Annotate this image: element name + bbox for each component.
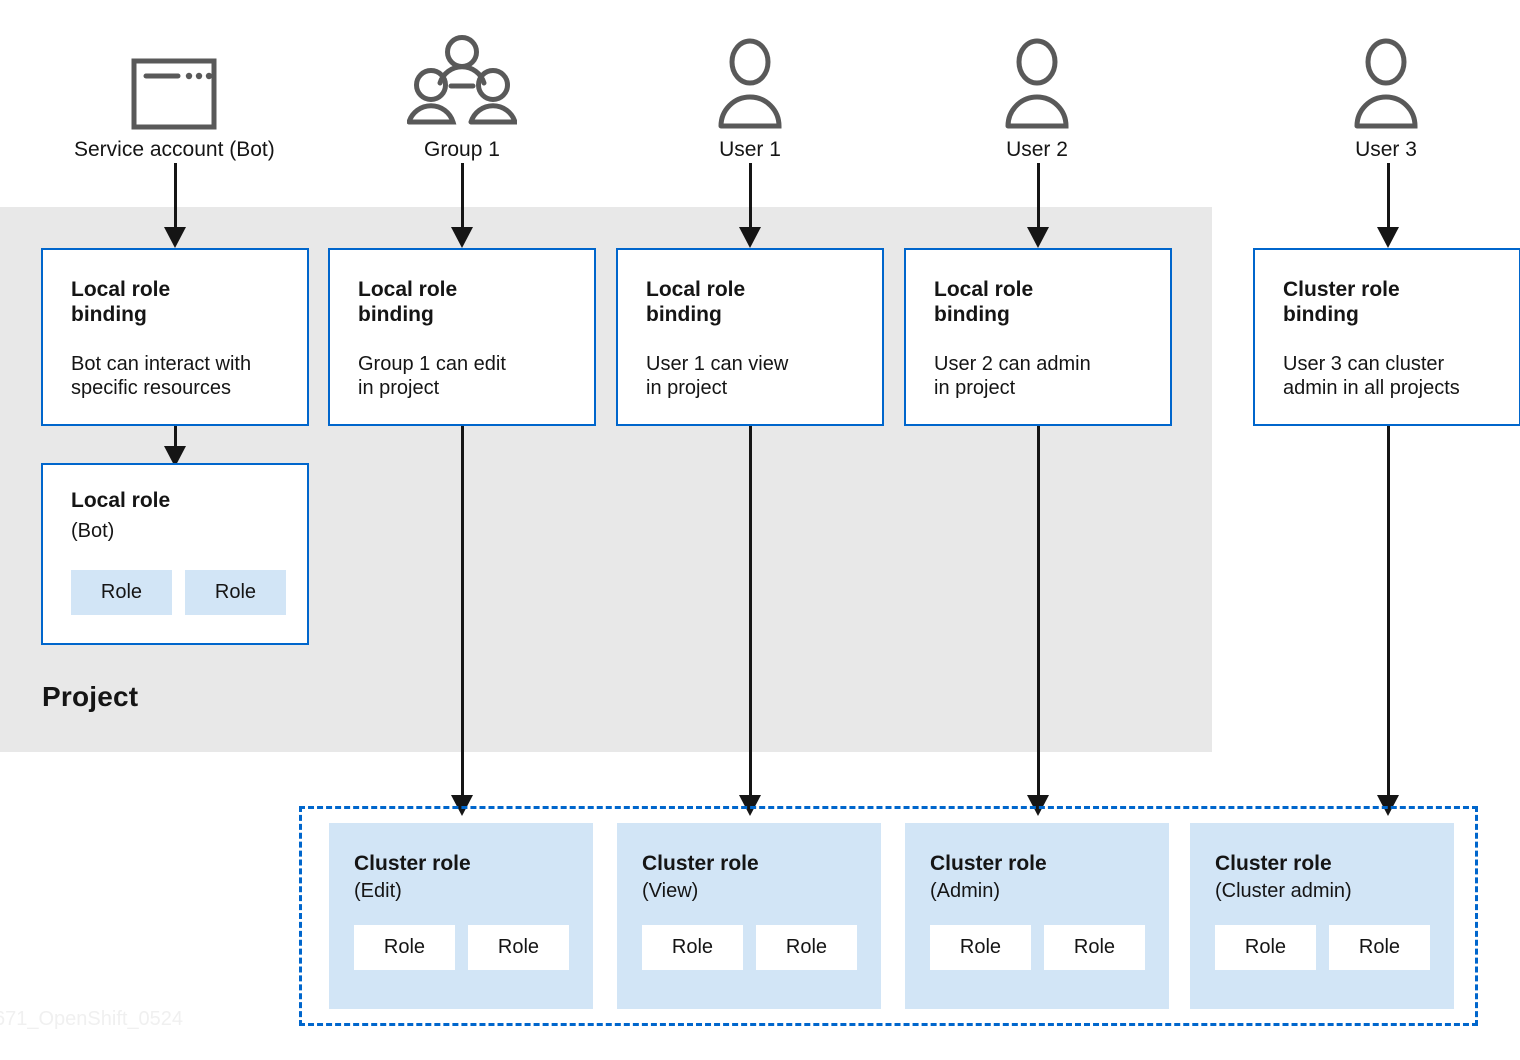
role-chip[interactable]: Role [1215, 925, 1316, 970]
box-title: Cluster role [1215, 852, 1332, 875]
user-icon [1286, 30, 1486, 130]
box-description: User 1 can view in project [646, 353, 789, 399]
box-description: Group 1 can edit in project [358, 353, 506, 399]
user-icon [937, 30, 1137, 130]
box-title: Local role binding [934, 278, 1034, 326]
role-chip-group: Role Role [642, 925, 857, 970]
box-title: Local role [71, 489, 171, 512]
actor-service-account: Service account (Bot) [74, 30, 275, 162]
local-role-binding-box-group1[interactable]: Local role binding Group 1 can edit in p… [328, 248, 596, 426]
role-chip[interactable]: Role [930, 925, 1031, 970]
cluster-role-binding-box-user3[interactable]: Cluster role binding User 3 can cluster … [1253, 248, 1520, 426]
actor-user-3: User 3 [1286, 30, 1486, 162]
role-chip-group: Role Role [1215, 925, 1430, 970]
actor-user-1: User 1 [650, 30, 850, 162]
role-chip-group: Role Role [354, 925, 569, 970]
role-chip-group: Role Role [71, 570, 286, 615]
watermark-label: 671_OpenShift_0524 [0, 1008, 184, 1030]
actor-label: Group 1 [424, 138, 500, 161]
cluster-role-card-admin[interactable]: Cluster role (Admin) Role Role [905, 823, 1169, 1009]
role-chip[interactable]: Role [1329, 925, 1430, 970]
role-chip[interactable]: Role [756, 925, 857, 970]
actor-label: User 3 [1355, 138, 1417, 161]
actor-label: Service account (Bot) [74, 138, 275, 161]
cluster-role-card-view[interactable]: Cluster role (View) Role Role [617, 823, 881, 1009]
terminal-window-icon [74, 30, 274, 130]
role-chip[interactable]: Role [71, 570, 172, 615]
box-subtitle: (Admin) [930, 880, 1001, 902]
box-subtitle: (Cluster admin) [1215, 880, 1352, 902]
box-description: User 3 can cluster admin in all projects [1283, 353, 1460, 399]
actor-user-2: User 2 [937, 30, 1137, 162]
actor-group-1: Group 1 [362, 30, 562, 162]
box-title: Cluster role [642, 852, 759, 875]
box-title: Local role binding [646, 278, 746, 326]
local-role-box[interactable]: Local role (Bot) Role Role [41, 463, 309, 645]
role-chip[interactable]: Role [642, 925, 743, 970]
box-description: User 2 can admin in project [934, 353, 1091, 399]
box-title: Local role binding [71, 278, 171, 326]
box-title: Cluster role binding [1283, 278, 1400, 326]
group-users-icon [362, 30, 562, 130]
box-subtitle: (Edit) [354, 880, 402, 902]
box-title: Cluster role [354, 852, 471, 875]
role-chip[interactable]: Role [354, 925, 455, 970]
cluster-role-card-cluster-admin[interactable]: Cluster role (Cluster admin) Role Role [1190, 823, 1454, 1009]
local-role-binding-box-user2[interactable]: Local role binding User 2 can admin in p… [904, 248, 1172, 426]
box-title: Local role binding [358, 278, 458, 326]
cluster-role-card-edit[interactable]: Cluster role (Edit) Role Role [329, 823, 593, 1009]
role-chip[interactable]: Role [1044, 925, 1145, 970]
local-role-binding-box-user1[interactable]: Local role binding User 1 can view in pr… [616, 248, 884, 426]
role-chip-group: Role Role [930, 925, 1145, 970]
rbac-diagram-canvas: Project Service account (Bot) Group 1 Us… [0, 0, 1520, 1060]
local-role-binding-box-bot[interactable]: Local role binding Bot can interact with… [41, 248, 309, 426]
project-label: Project [42, 681, 139, 712]
box-subtitle: (View) [642, 880, 699, 902]
user-icon [650, 30, 850, 130]
role-chip[interactable]: Role [468, 925, 569, 970]
box-description: Bot can interact with specific resources [71, 353, 252, 399]
box-title: Cluster role [930, 852, 1047, 875]
actor-label: User 2 [1006, 138, 1068, 161]
actor-label: User 1 [719, 138, 781, 161]
role-chip[interactable]: Role [185, 570, 286, 615]
box-subtitle: (Bot) [71, 520, 115, 542]
